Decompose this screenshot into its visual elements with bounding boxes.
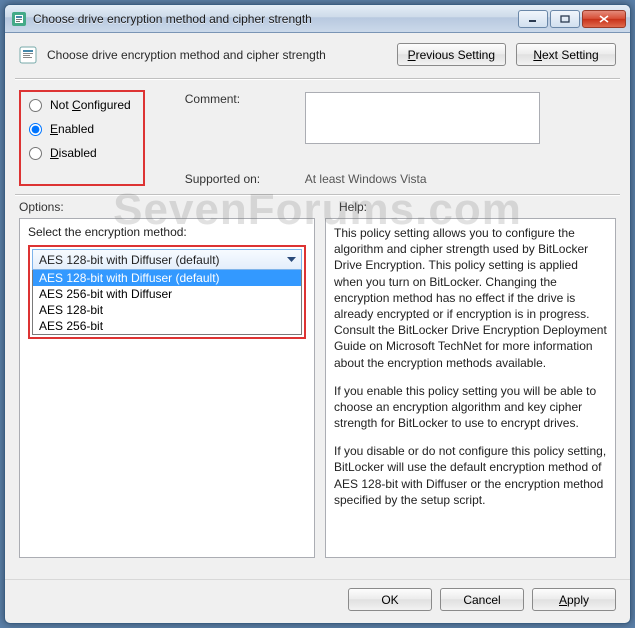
window-controls: [518, 10, 626, 28]
radio-disabled-label: Disabled: [50, 146, 97, 160]
header-row: Choose drive encryption method and ciphe…: [5, 33, 630, 78]
options-heading: Options:: [19, 200, 329, 214]
dropdown-item[interactable]: AES 128-bit: [33, 302, 301, 318]
radio-enabled[interactable]: Enabled: [29, 122, 131, 136]
minimize-button[interactable]: [518, 10, 548, 28]
help-heading: Help:: [339, 200, 367, 214]
apply-button[interactable]: Apply: [532, 588, 616, 611]
chevron-down-icon: [284, 252, 299, 267]
maximize-icon: [560, 15, 570, 23]
encryption-method-dropdown: AES 128-bit with Diffuser (default) AES …: [32, 270, 302, 335]
comment-row: Comment:: [185, 92, 540, 144]
help-panel[interactable]: This policy setting allows you to config…: [325, 218, 616, 558]
mid-section: Not Configured Enabled Disabled Comment:…: [5, 80, 630, 194]
dropdown-item[interactable]: AES 128-bit with Diffuser (default): [33, 270, 301, 286]
radio-disabled[interactable]: Disabled: [29, 146, 131, 160]
radio-enabled-label: Enabled: [50, 122, 94, 136]
encryption-method-combo-highlight: AES 128-bit with Diffuser (default) AES …: [28, 245, 306, 339]
options-panel: Select the encryption method: AES 128-bi…: [19, 218, 315, 558]
window-title: Choose drive encryption method and ciphe…: [33, 12, 518, 26]
help-paragraph: This policy setting allows you to config…: [334, 225, 607, 371]
titlebar: Choose drive encryption method and ciphe…: [5, 5, 630, 33]
comment-field[interactable]: [305, 92, 540, 144]
dropdown-item[interactable]: AES 256-bit: [33, 318, 301, 334]
maximize-button[interactable]: [550, 10, 580, 28]
radio-disabled-input[interactable]: [29, 147, 42, 160]
close-button[interactable]: [582, 10, 626, 28]
columns-body: Select the encryption method: AES 128-bi…: [5, 216, 630, 579]
dialog-footer: OK Cancel Apply: [5, 579, 630, 623]
supported-row: Supported on: At least Windows Vista: [185, 172, 540, 186]
comment-label: Comment:: [185, 92, 275, 144]
encryption-method-label: Select the encryption method:: [28, 225, 306, 239]
encryption-method-combo[interactable]: AES 128-bit with Diffuser (default): [32, 249, 302, 270]
help-paragraph: If you enable this policy setting you wi…: [334, 383, 607, 432]
cancel-button[interactable]: Cancel: [440, 588, 524, 611]
radio-enabled-input[interactable]: [29, 123, 42, 136]
dialog-window: Choose drive encryption method and ciphe…: [4, 4, 631, 624]
ok-button[interactable]: OK: [348, 588, 432, 611]
dropdown-item[interactable]: AES 256-bit with Diffuser: [33, 286, 301, 302]
radio-not-configured-label: Not Configured: [50, 98, 131, 112]
columns-header: Options: Help:: [5, 196, 630, 216]
app-icon: [11, 11, 27, 27]
close-icon: [599, 15, 609, 23]
state-radio-group: Not Configured Enabled Disabled: [19, 90, 145, 186]
radio-not-configured[interactable]: Not Configured: [29, 98, 131, 112]
supported-value: At least Windows Vista: [305, 172, 427, 186]
help-paragraph: If you disable or do not configure this …: [334, 443, 607, 508]
policy-icon: [19, 46, 37, 64]
next-setting-button[interactable]: Next Setting: [516, 43, 616, 66]
header-subtitle: Choose drive encryption method and ciphe…: [47, 48, 387, 62]
previous-setting-button[interactable]: Previous Setting: [397, 43, 506, 66]
supported-label: Supported on:: [185, 172, 275, 186]
minimize-icon: [528, 15, 538, 23]
meta-column: Comment: Supported on: At least Windows …: [185, 90, 540, 186]
combo-value: AES 128-bit with Diffuser (default): [39, 253, 220, 267]
radio-not-configured-input[interactable]: [29, 99, 42, 112]
